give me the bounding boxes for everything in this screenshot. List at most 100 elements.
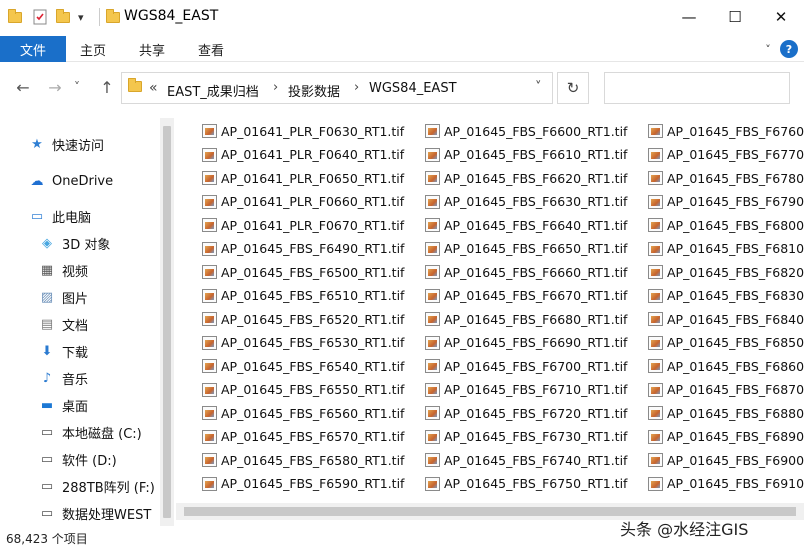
file-item[interactable]: AP_01645_FBS_F6760: [648, 121, 804, 141]
file-name: AP_01645_FBS_F6770: [667, 147, 804, 162]
file-item[interactable]: AP_01645_FBS_F6790: [648, 192, 804, 212]
file-name: AP_01645_FBS_F6790: [667, 194, 804, 209]
forward-button[interactable]: →: [44, 76, 66, 98]
breadcrumb-segment[interactable]: WGS84_EAST: [369, 81, 457, 96]
nav-item[interactable]: ⬇ 下载: [38, 339, 88, 363]
file-item[interactable]: AP_01645_FBS_F6580_RT1.tif: [202, 450, 404, 470]
file-item[interactable]: AP_01645_FBS_F6740_RT1.tif: [425, 450, 627, 470]
nav-item[interactable]: ▭ 数据处理WEST: [38, 501, 151, 525]
recent-locations-button[interactable]: ˅: [70, 76, 84, 98]
file-item[interactable]: AP_01645_FBS_F6810: [648, 239, 804, 259]
nav-item[interactable]: ▭ 本地磁盘 (C:): [38, 420, 142, 444]
file-item[interactable]: AP_01645_FBS_F6570_RT1.tif: [202, 427, 404, 447]
breadcrumb-separator-icon[interactable]: ›: [273, 80, 278, 95]
file-item[interactable]: AP_01645_FBS_F6860: [648, 356, 804, 376]
file-item[interactable]: AP_01645_FBS_F6610_RT1.tif: [425, 145, 627, 165]
file-item[interactable]: AP_01645_FBS_F6770: [648, 145, 804, 165]
refresh-button[interactable]: ↻: [557, 72, 589, 104]
file-item[interactable]: AP_01645_FBS_F6600_RT1.tif: [425, 121, 627, 141]
nav-scrollbar-thumb[interactable]: [163, 126, 171, 518]
breadcrumb-separator-icon[interactable]: ›: [354, 80, 359, 95]
file-item[interactable]: AP_01645_FBS_F6500_RT1.tif: [202, 262, 404, 282]
file-item[interactable]: AP_01645_FBS_F6870: [648, 380, 804, 400]
nav-item[interactable]: ♪ 音乐: [38, 366, 88, 390]
breadcrumb-segment[interactable]: 投影数据: [288, 81, 340, 100]
file-item[interactable]: AP_01645_FBS_F6640_RT1.tif: [425, 215, 627, 235]
file-name: AP_01645_FBS_F6570_RT1.tif: [221, 429, 405, 444]
file-item[interactable]: AP_01645_FBS_F6800: [648, 215, 804, 235]
file-item[interactable]: AP_01645_FBS_F6840: [648, 309, 804, 329]
new-folder-icon[interactable]: [56, 8, 70, 26]
file-item[interactable]: AP_01645_FBS_F6830: [648, 286, 804, 306]
minimize-button[interactable]: —: [666, 0, 712, 34]
nav-item[interactable]: ▤ 文档: [38, 312, 88, 336]
file-item[interactable]: AP_01645_FBS_F6730_RT1.tif: [425, 427, 627, 447]
file-item[interactable]: AP_01645_FBS_F6880: [648, 403, 804, 423]
nav-item-label: OneDrive: [52, 173, 114, 189]
file-item[interactable]: AP_01645_FBS_F6710_RT1.tif: [425, 380, 627, 400]
nav-item[interactable]: ◈ 3D 对象: [38, 231, 110, 255]
tab-home[interactable]: 主页: [80, 36, 106, 62]
maximize-button[interactable]: ☐: [712, 0, 758, 34]
close-button[interactable]: ✕: [758, 0, 804, 34]
file-item[interactable]: AP_01645_FBS_F6520_RT1.tif: [202, 309, 404, 329]
nav-item[interactable]: ▭ 软件 (D:): [38, 447, 117, 471]
file-item[interactable]: AP_01641_PLR_F0660_RT1.tif: [202, 192, 404, 212]
file-item[interactable]: AP_01645_FBS_F6820: [648, 262, 804, 282]
horizontal-scrollbar-thumb[interactable]: [184, 507, 796, 516]
file-item[interactable]: AP_01645_FBS_F6850: [648, 333, 804, 353]
help-icon[interactable]: ?: [780, 40, 798, 58]
file-item[interactable]: AP_01645_FBS_F6690_RT1.tif: [425, 333, 627, 353]
ribbon-collapse-icon[interactable]: ˅: [760, 40, 776, 58]
network-drive-icon: ▭: [40, 505, 54, 521]
file-item[interactable]: AP_01645_FBS_F6780: [648, 168, 804, 188]
file-item[interactable]: AP_01645_FBS_F6670_RT1.tif: [425, 286, 627, 306]
file-item[interactable]: AP_01645_FBS_F6560_RT1.tif: [202, 403, 404, 423]
file-item[interactable]: AP_01645_FBS_F6490_RT1.tif: [202, 239, 404, 259]
breadcrumb-segment[interactable]: EAST_成果归档: [167, 81, 259, 100]
file-item[interactable]: AP_01641_PLR_F0630_RT1.tif: [202, 121, 404, 141]
file-item[interactable]: AP_01645_FBS_F6650_RT1.tif: [425, 239, 627, 259]
nav-item[interactable]: ▬ 桌面: [38, 393, 88, 417]
nav-item[interactable]: ▨ 图片: [38, 285, 88, 309]
nav-item[interactable]: ▦ 视频: [38, 258, 88, 282]
file-item[interactable]: AP_01645_FBS_F6540_RT1.tif: [202, 356, 404, 376]
file-item[interactable]: AP_01645_FBS_F6630_RT1.tif: [425, 192, 627, 212]
nav-item[interactable]: ★ 快速访问: [28, 132, 104, 156]
file-item[interactable]: AP_01645_FBS_F6720_RT1.tif: [425, 403, 627, 423]
customize-quick-access-icon[interactable]: ▾: [78, 8, 84, 26]
file-item[interactable]: AP_01645_FBS_F6510_RT1.tif: [202, 286, 404, 306]
star-icon: ★: [31, 136, 43, 152]
address-dropdown-icon[interactable]: ˅: [535, 80, 542, 95]
file-item[interactable]: AP_01645_FBS_F6700_RT1.tif: [425, 356, 627, 376]
file-item[interactable]: AP_01645_FBS_F6910: [648, 474, 804, 494]
search-field[interactable]: [605, 73, 789, 103]
tab-view[interactable]: 查看: [198, 36, 224, 62]
path-overflow-icon[interactable]: «: [149, 80, 158, 96]
file-item[interactable]: AP_01641_PLR_F0650_RT1.tif: [202, 168, 404, 188]
file-item[interactable]: AP_01641_PLR_F0640_RT1.tif: [202, 145, 404, 165]
nav-scrollbar[interactable]: [160, 118, 174, 526]
file-item[interactable]: AP_01645_FBS_F6680_RT1.tif: [425, 309, 627, 329]
file-item[interactable]: AP_01645_FBS_F6550_RT1.tif: [202, 380, 404, 400]
tab-share[interactable]: 共享: [139, 36, 165, 62]
back-button[interactable]: ←: [12, 76, 34, 98]
search-input[interactable]: [604, 72, 790, 104]
up-button[interactable]: ↑: [96, 76, 118, 98]
nav-item[interactable]: ▭ 288TB阵列 (F:): [38, 474, 155, 498]
file-item[interactable]: AP_01645_FBS_F6590_RT1.tif: [202, 474, 404, 494]
nav-item[interactable]: ☁ OneDrive: [28, 169, 114, 193]
file-item[interactable]: AP_01645_FBS_F6530_RT1.tif: [202, 333, 404, 353]
address-bar[interactable]: « EAST_成果归档 › 投影数据 › WGS84_EAST ˅: [121, 72, 553, 104]
nav-item[interactable]: ▭ 此电脑: [28, 204, 91, 228]
file-item[interactable]: AP_01645_FBS_F6750_RT1.tif: [425, 474, 627, 494]
file-item[interactable]: AP_01645_FBS_F6900: [648, 450, 804, 470]
file-item[interactable]: AP_01645_FBS_F6660_RT1.tif: [425, 262, 627, 282]
tif-image-icon: [202, 147, 217, 162]
file-item[interactable]: AP_01641_PLR_F0670_RT1.tif: [202, 215, 404, 235]
file-item[interactable]: AP_01645_FBS_F6620_RT1.tif: [425, 168, 627, 188]
file-item[interactable]: AP_01645_FBS_F6890: [648, 427, 804, 447]
properties-icon[interactable]: [32, 8, 48, 26]
tif-image-icon: [648, 218, 663, 232]
file-tab[interactable]: 文件: [0, 36, 66, 62]
